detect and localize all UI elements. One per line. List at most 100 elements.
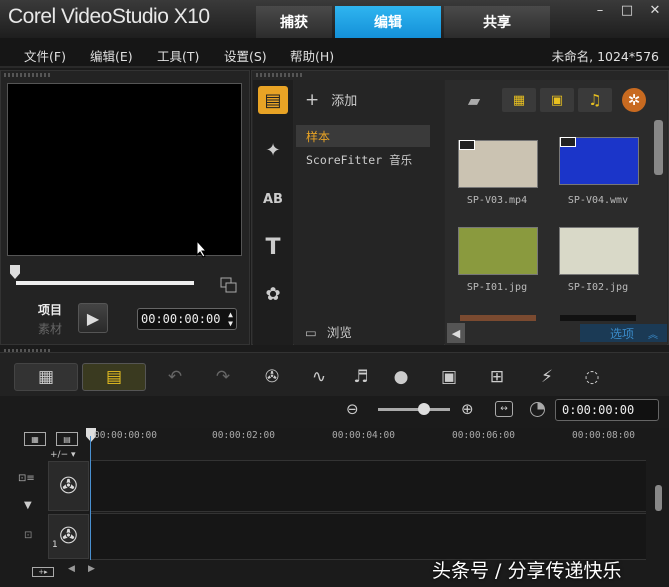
storyboard-view-icon[interactable]: ▦ — [14, 363, 78, 391]
graphics-icon[interactable]: ✿ — [258, 280, 288, 308]
record-capture-icon[interactable]: ✇ — [256, 363, 288, 391]
scrub-bar[interactable] — [16, 281, 194, 285]
add-track-icon[interactable]: +▸ — [32, 567, 54, 577]
instant-project-icon[interactable]: ✦ — [258, 136, 288, 164]
ruler-tick: 00:00:02:00 — [212, 430, 275, 441]
track-lock-icon[interactable]: ⊡≡ — [18, 473, 35, 484]
thumbnail-name: SP-I02.jpg — [567, 282, 629, 293]
browse-button[interactable]: ▭ 浏览 — [305, 322, 352, 341]
options-button[interactable]: 选项 ︽ — [580, 324, 667, 342]
project-mode-label[interactable]: 项目 — [38, 301, 62, 318]
transition-icon[interactable]: AB — [258, 185, 288, 213]
video-track[interactable] — [90, 460, 646, 512]
timeline-timecode[interactable]: 0:00:00:00 — [555, 399, 659, 421]
show-video-icon[interactable]: ▦ — [502, 88, 536, 112]
zoom-slider[interactable] — [378, 408, 450, 411]
zoom-in-icon[interactable]: ⊕ — [461, 400, 474, 418]
thumbnail-partial — [560, 315, 636, 321]
loop-icon[interactable]: ◌ — [576, 363, 608, 391]
menu-settings[interactable]: 设置(S) — [224, 46, 267, 65]
cursor-icon — [196, 240, 208, 258]
overlay-track-icon[interactable]: ✇ — [48, 514, 89, 559]
chevron-up-icon: ︽ — [648, 329, 659, 341]
fit-project-icon[interactable]: ↔ — [495, 401, 513, 417]
preview-screen[interactable] — [7, 83, 242, 258]
add-folder-button[interactable]: + 添加 — [305, 90, 357, 110]
play-icon: ▶ — [86, 308, 100, 328]
open-folder-icon[interactable]: ▰ — [462, 88, 486, 112]
close-icon[interactable]: ✕ — [645, 2, 665, 18]
timeline-scrollbar[interactable] — [655, 485, 662, 511]
zoom-out-icon[interactable]: ⊖ — [346, 400, 359, 418]
ruler-tick: 00:00:06:00 — [452, 430, 515, 441]
title-icon[interactable]: T — [258, 233, 288, 261]
playhead-line — [90, 436, 91, 560]
thumbnail-name: SP-V03.mp4 — [466, 195, 528, 206]
track-lock-icon[interactable]: ⊡ — [24, 530, 32, 541]
auto-music-icon[interactable]: ♬ — [345, 363, 377, 391]
ruler-tick: 00:00:04:00 — [332, 430, 395, 441]
undo-icon[interactable]: ↶ — [159, 363, 191, 391]
timeline-view-icon[interactable]: ▤ — [82, 363, 146, 391]
plus-icon: + — [305, 90, 320, 110]
scroll-left-icon[interactable]: ◀ — [447, 323, 465, 343]
show-photo-icon[interactable]: ▣ — [540, 88, 574, 112]
library-grip[interactable] — [256, 73, 304, 77]
thumbnail-sp-i01[interactable] — [458, 227, 538, 275]
ruler-tick: 00:00:08:00 — [572, 430, 635, 441]
menu-tools[interactable]: 工具(T) — [157, 46, 199, 65]
menu-help[interactable]: 帮助(H) — [290, 46, 334, 65]
tab-edit[interactable]: 编辑 — [335, 6, 441, 38]
options-label: 选项 — [610, 326, 635, 341]
thumbnail-name: SP-I01.jpg — [466, 282, 528, 293]
track-manager-icon[interactable]: ▦ — [24, 432, 46, 446]
enlarge-icon[interactable] — [220, 277, 238, 293]
sound-mixer-icon[interactable]: ∿ — [303, 363, 335, 391]
player-timecode-value: 00:00:00:00 — [141, 312, 221, 326]
timecode-spinner-icon[interactable]: ▲ ▼ — [228, 310, 233, 328]
zoom-slider-knob[interactable] — [418, 403, 430, 415]
project-info: 未命名, 1024*576 — [551, 49, 659, 64]
video-badge-icon — [560, 137, 576, 147]
tab-capture[interactable]: 捕获 — [256, 6, 332, 38]
thumbnail-pane — [445, 80, 667, 345]
overlay-track[interactable] — [90, 513, 646, 560]
reel-icon[interactable]: ✲ — [622, 88, 646, 112]
video-badge-icon — [459, 140, 475, 150]
app-logo: Corel VideoStudio X10 — [8, 5, 210, 28]
motion-tracking-icon[interactable]: ● — [385, 363, 417, 391]
scroll-right-icon[interactable]: ▶ — [88, 564, 95, 574]
show-audio-icon[interactable]: ♫ — [578, 88, 612, 112]
thumbnail-partial — [460, 315, 536, 321]
clock-icon — [530, 402, 545, 417]
minimize-icon[interactable]: – — [590, 2, 610, 18]
browse-label: 浏览 — [326, 325, 352, 340]
scroll-left-icon[interactable]: ◀ — [68, 564, 75, 574]
chapter-point-icon[interactable]: ▤ — [56, 432, 78, 446]
clip-mode-label[interactable]: 素材 — [38, 320, 62, 337]
folder-item-sample[interactable]: 样本 — [296, 125, 430, 147]
multi-camera-icon[interactable]: ⊞ — [481, 363, 513, 391]
library-scrollbar[interactable] — [654, 120, 663, 175]
thumbnail-name: SP-V04.wmv — [567, 195, 629, 206]
menu-edit[interactable]: 编辑(E) — [90, 46, 133, 65]
track-number: 1 — [52, 540, 58, 550]
maximize-icon[interactable]: □ — [617, 2, 637, 18]
play-button[interactable]: ▶ — [78, 303, 108, 333]
player-grip[interactable] — [4, 73, 52, 77]
speed-icon[interactable]: ⚡ — [531, 363, 563, 391]
player-timecode[interactable]: 00:00:00:00 ▲ ▼ — [137, 308, 237, 330]
video-track-icon[interactable]: ✇ — [48, 461, 89, 511]
ruler-tick: 00:00:00:00 — [94, 430, 157, 441]
watermark: 头条号 / 分享传递快乐 — [432, 560, 622, 582]
track-collapse-icon[interactable]: ▼ — [24, 500, 32, 511]
media-library-icon[interactable]: ▤ — [258, 86, 288, 114]
redo-icon[interactable]: ↷ — [207, 363, 239, 391]
add-remove-marker-icon[interactable]: +/− ▾ — [50, 450, 76, 460]
folder-item-scorefitter[interactable]: ScoreFitter 音乐 — [306, 152, 412, 168]
menu-file[interactable]: 文件(F) — [24, 46, 66, 65]
add-label: 添加 — [331, 94, 358, 109]
subtitle-editor-icon[interactable]: ▣ — [433, 363, 465, 391]
thumbnail-sp-i02[interactable] — [559, 227, 639, 275]
tab-share[interactable]: 共享 — [444, 6, 550, 38]
